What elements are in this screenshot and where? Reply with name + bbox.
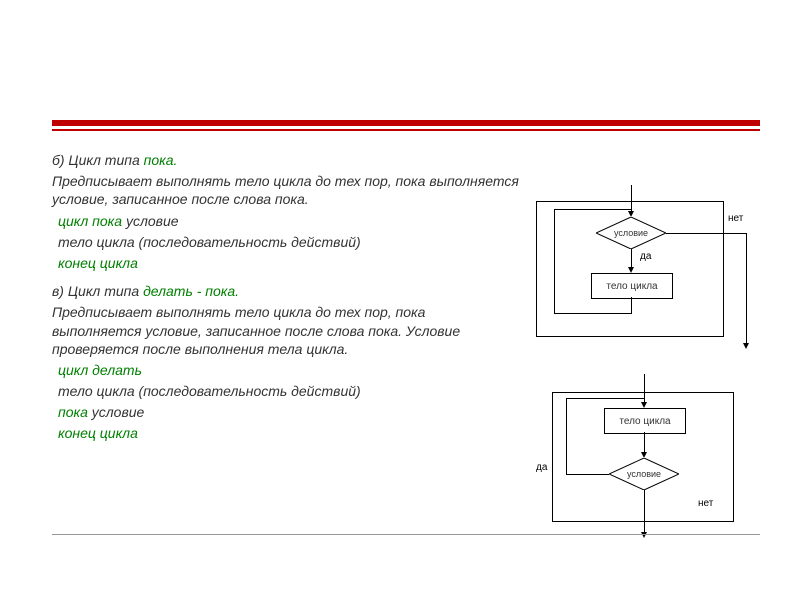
desc-b: Предписывает выполнять тело цикла до тех…: [52, 172, 522, 208]
heading-v: в) Цикл типа делать - пока.: [52, 282, 502, 300]
heading-b-prefix: б) Цикл типа: [52, 152, 144, 168]
code-v-kw3: пока: [58, 404, 88, 420]
code-v: цикл делать тело цикла (последовательнос…: [52, 361, 502, 443]
while-no-label: нет: [728, 213, 743, 224]
dowhile-body-node: тело цикла: [604, 408, 686, 434]
section-b: б) Цикл типа пока. Предписывает выполнят…: [52, 151, 522, 272]
dowhile-condition-label: условие: [609, 458, 679, 490]
dowhile-no-label: нет: [698, 498, 713, 509]
code-v-line1: цикл делать: [58, 361, 502, 379]
code-b-line3: конец цикла: [58, 254, 522, 272]
flowchart-while: условие да тело цикла нет: [536, 195, 762, 345]
code-b: цикл пока условие тело цикла (последоват…: [52, 212, 522, 273]
heading-b-keyword: пока.: [144, 152, 178, 168]
code-b-rest1: условие: [122, 213, 178, 229]
dowhile-condition-node: условие: [609, 458, 679, 490]
desc-v: Предписывает выполнять тело цикла до тех…: [52, 303, 502, 358]
heading-v-keyword: делать - пока.: [143, 283, 239, 299]
section-v: в) Цикл типа делать - пока. Предписывает…: [52, 282, 502, 443]
code-v-line3: пока условие: [58, 403, 502, 421]
code-v-line2: тело цикла (последовательность действий): [58, 382, 502, 400]
heading-b: б) Цикл типа пока.: [52, 151, 522, 169]
bottom-rule: [52, 534, 760, 535]
while-condition-label: условие: [596, 217, 666, 249]
while-condition-node: условие: [596, 217, 666, 249]
heading-v-prefix: в) Цикл типа: [52, 283, 143, 299]
code-b-kw1: цикл пока: [58, 213, 122, 229]
code-b-line1: цикл пока условие: [58, 212, 522, 230]
title-rule: [52, 120, 760, 131]
code-b-line2: тело цикла (последовательность действий): [58, 233, 522, 251]
while-body-node: тело цикла: [591, 273, 673, 299]
code-v-rest3: условие: [88, 404, 144, 420]
code-v-line4: конец цикла: [58, 424, 502, 442]
while-yes-label: да: [640, 251, 651, 262]
dowhile-yes-label: да: [536, 462, 547, 473]
flowchart-do-while: тело цикла условие да нет: [536, 380, 762, 540]
